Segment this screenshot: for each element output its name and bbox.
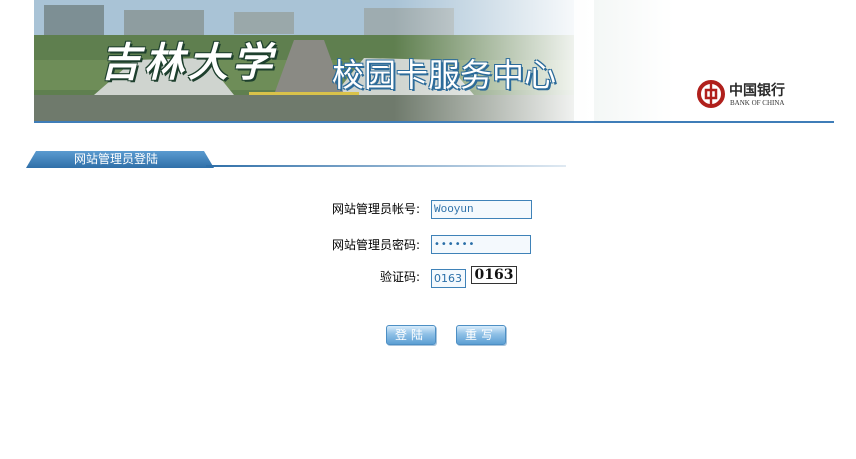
bank-of-china-icon: [697, 80, 725, 108]
login-button[interactable]: 登陆: [386, 325, 436, 345]
section-title: 网站管理员登陆: [74, 152, 159, 166]
captcha-input[interactable]: [431, 269, 466, 288]
username-label: 网站管理员帐号:: [332, 202, 421, 216]
header-banner: 吉林大学 校园卡服务中心 中国银行 BANK OF CHINA: [34, 0, 834, 122]
captcha-image[interactable]: 0163: [471, 266, 517, 284]
reset-button[interactable]: 重写: [456, 325, 506, 345]
section-underline: [206, 165, 566, 167]
banner-title: 校园卡服务中心: [332, 56, 557, 94]
bank-name-cn: 中国银行: [729, 83, 785, 99]
bank-name-en: BANK OF CHINA: [730, 99, 785, 107]
password-label: 网站管理员密码:: [332, 238, 421, 252]
section-header: 网站管理员登陆: [26, 151, 566, 169]
banner-divider: [34, 121, 834, 123]
captcha-label: 验证码:: [380, 270, 421, 284]
username-input[interactable]: [431, 200, 532, 219]
school-name-logo: 吉林大学: [100, 39, 276, 86]
password-input[interactable]: [431, 235, 531, 254]
